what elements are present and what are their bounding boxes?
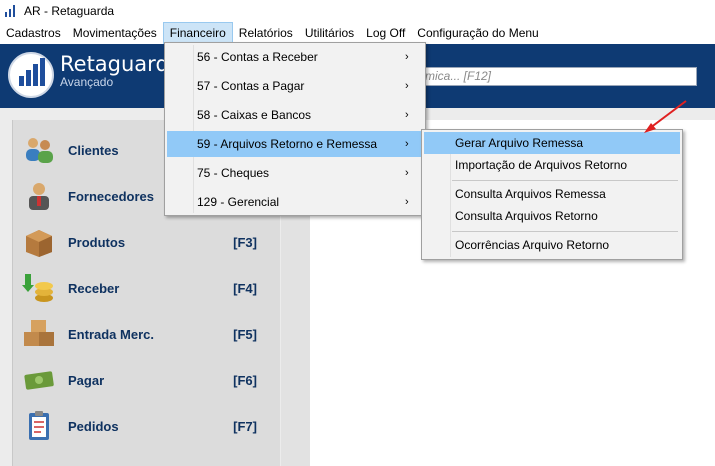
sidebar-label: Receber (68, 280, 120, 296)
sidebar-shortcut: [F6] (233, 372, 257, 388)
menu-item-cheques[interactable]: 75 - Cheques › (167, 160, 423, 186)
clipboard-icon (22, 410, 56, 442)
menu-item-ocorrencias-retorno[interactable]: Ocorrências Arquivo Retorno (424, 234, 680, 256)
money-icon (22, 364, 56, 396)
menu-item-label: Gerar Arquivo Remessa (455, 136, 584, 150)
sidebar-label: Pedidos (68, 418, 119, 434)
window-title: AR - Retaguarda (24, 4, 115, 18)
coins-icon (22, 272, 56, 304)
menu-item-contas-receber[interactable]: 56 - Contas a Receber › (167, 44, 423, 70)
title-bar: AR - Retaguarda (0, 0, 715, 22)
annotation-arrow-icon (644, 100, 687, 133)
chevron-right-icon: › (405, 51, 409, 63)
menu-item-label: 57 - Contas a Pagar (197, 79, 305, 93)
app-chart-icon (4, 4, 18, 18)
arquivos-submenu: Gerar Arquivo Remessa Importação de Arqu… (421, 129, 683, 260)
menu-item-contas-pagar[interactable]: 57 - Contas a Pagar › (167, 73, 423, 99)
sidebar-shortcut: [F3] (233, 234, 257, 250)
menu-item-consulta-retorno[interactable]: Consulta Arquivos Retorno (424, 205, 680, 227)
menu-item-label: Consulta Arquivos Retorno (455, 209, 598, 223)
sidebar-shortcut: [F5] (233, 326, 257, 342)
sidebar-item-receber[interactable]: Receber [F4] (12, 268, 267, 308)
menu-separator (452, 231, 678, 232)
boxes-icon (22, 318, 56, 350)
chevron-right-icon: › (405, 109, 409, 121)
menu-item-label: 59 - Arquivos Retorno e Remessa (197, 137, 378, 151)
menu-separator (452, 180, 678, 181)
box-icon (22, 226, 56, 258)
menu-cadastros[interactable]: Cadastros (0, 22, 67, 44)
menu-movimentacoes[interactable]: Movimentações (67, 22, 163, 44)
menu-item-label: 129 - Gerencial (197, 195, 280, 209)
sidebar-label: Entrada Merc. (68, 326, 154, 342)
sidebar-item-produtos[interactable]: Produtos [F3] (12, 222, 267, 262)
menu-item-label: 56 - Contas a Receber (197, 50, 318, 64)
sidebar-label: Produtos (68, 234, 126, 250)
menu-item-label: 75 - Cheques (197, 166, 270, 180)
menu-log-off[interactable]: Log Off (360, 22, 411, 44)
menu-item-label: 58 - Caixas e Bancos (197, 108, 312, 122)
menu-item-caixas-bancos[interactable]: 58 - Caixas e Bancos › (167, 102, 423, 128)
menu-item-gerencial[interactable]: 129 - Gerencial › (167, 189, 423, 215)
sidebar-item-pagar[interactable]: Pagar [F6] (12, 360, 267, 400)
chevron-right-icon: › (405, 167, 409, 179)
chevron-right-icon: › (405, 80, 409, 92)
brand-subtitle: Avançado (60, 75, 114, 89)
chevron-right-icon: › (405, 138, 409, 150)
menu-financeiro[interactable]: Financeiro (162, 22, 233, 44)
clients-icon (22, 134, 56, 166)
sidebar-label: Pagar (68, 372, 105, 388)
menu-configuracao[interactable]: Configuração do Menu (411, 22, 544, 44)
menu-item-consulta-remessa[interactable]: Consulta Arquivos Remessa (424, 183, 680, 205)
chevron-right-icon: › (405, 196, 409, 208)
sidebar-item-pedidos[interactable]: Pedidos [F7] (12, 406, 267, 446)
menu-item-label: Ocorrências Arquivo Retorno (455, 238, 610, 252)
menu-utilitarios[interactable]: Utilitários (299, 22, 360, 44)
financeiro-dropdown: 56 - Contas a Receber › 57 - Contas a Pa… (164, 42, 426, 216)
sidebar-shortcut: [F4] (233, 280, 257, 296)
menu-item-label: Consulta Arquivos Remessa (455, 187, 606, 201)
menu-gutter (193, 45, 194, 213)
supplier-icon (22, 180, 56, 212)
search-input[interactable]: mica... [F12] (420, 67, 697, 86)
menu-bar: Cadastros Movimentações Financeiro Relat… (0, 22, 715, 44)
sidebar-item-entrada-merc[interactable]: Entrada Merc. [F5] (12, 314, 267, 354)
menu-relatorios[interactable]: Relatórios (233, 22, 299, 44)
logo-icon (8, 52, 54, 98)
menu-item-importacao-retorno[interactable]: Importação de Arquivos Retorno (424, 154, 680, 176)
menu-item-arquivos-retorno-remessa[interactable]: 59 - Arquivos Retorno e Remessa › (167, 131, 423, 157)
sidebar-shortcut: [F7] (233, 418, 257, 434)
menu-item-label: Importação de Arquivos Retorno (455, 158, 628, 172)
